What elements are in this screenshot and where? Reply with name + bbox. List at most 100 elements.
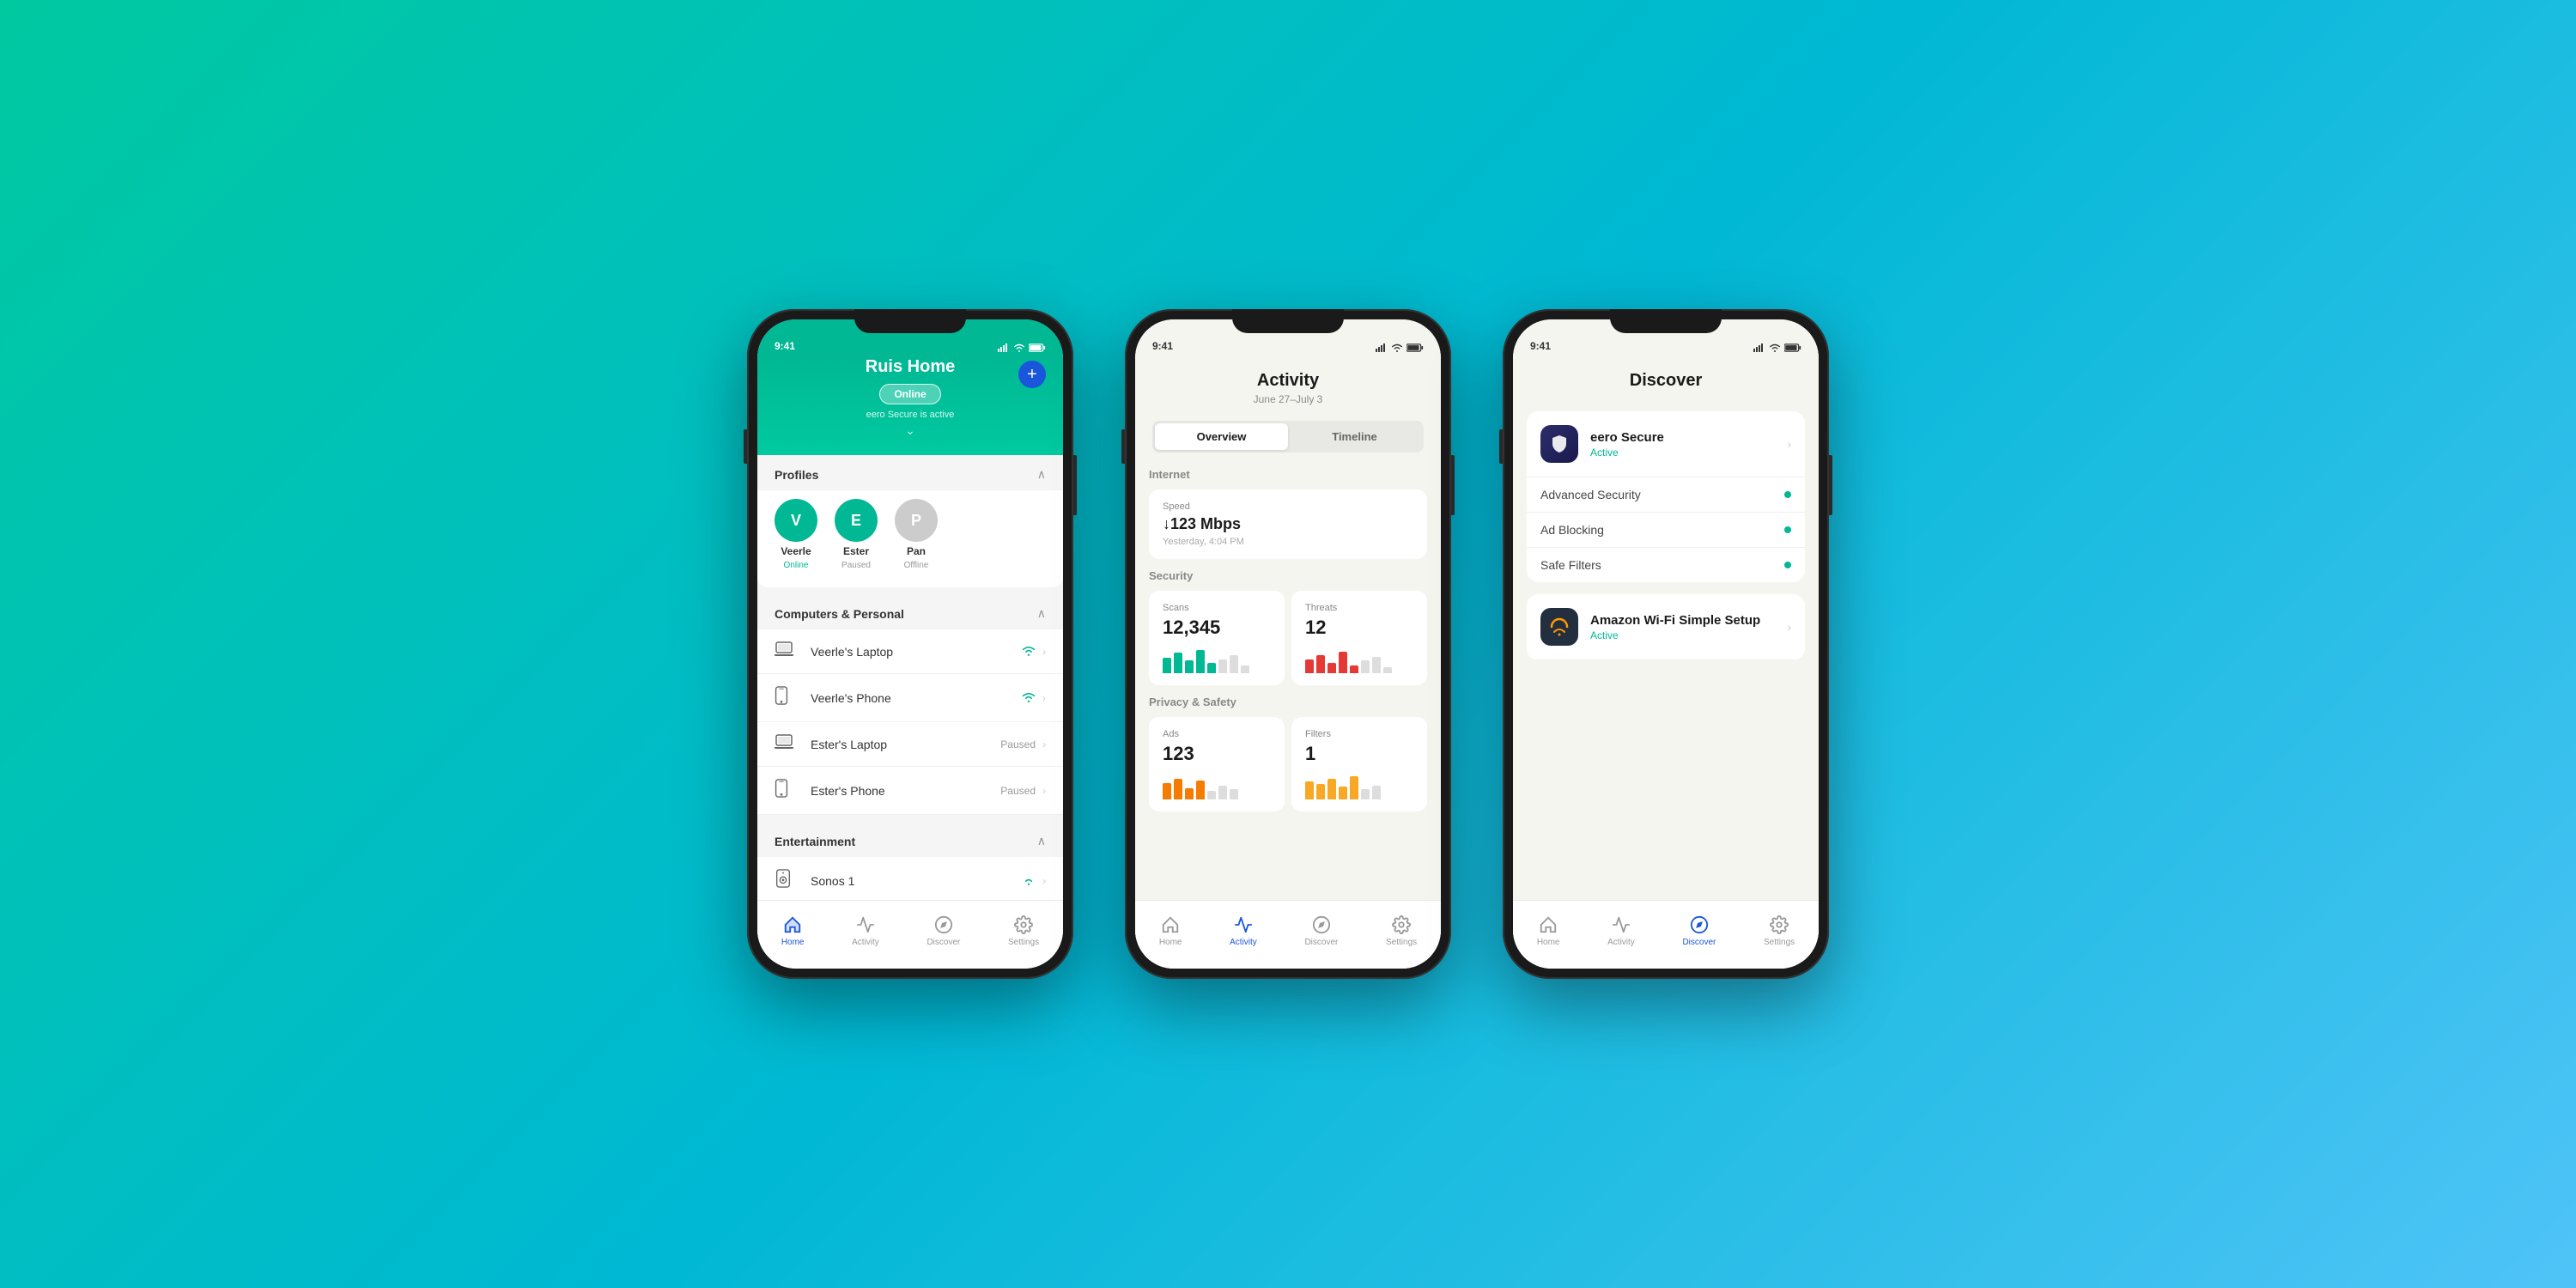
profile-ester[interactable]: E Ester Paused (835, 499, 878, 570)
nav-settings-3[interactable]: Settings (1764, 914, 1795, 947)
filters-label: Filters (1305, 729, 1413, 739)
discover-nav-icon-3 (1689, 914, 1710, 935)
profiles-header: Profiles ∧ (757, 455, 1063, 490)
filters-bar-6 (1361, 789, 1370, 799)
nav-home-3[interactable]: Home (1537, 914, 1560, 947)
eero-secure-status: Active (1590, 447, 1787, 459)
ad-blocking-item: Ad Blocking (1527, 513, 1805, 548)
scans-label: Scans (1163, 603, 1271, 613)
nav-discover-1[interactable]: Discover (927, 914, 960, 947)
threats-value: 12 (1305, 617, 1413, 639)
profiles-section: Profiles ∧ V Veerle Online E Ester (757, 455, 1063, 587)
amazon-wifi-chevron: › (1787, 620, 1791, 634)
entertainment-title: Entertainment (775, 835, 855, 848)
profile-veerle[interactable]: V Veerle Online (775, 499, 817, 570)
scans-bar-7 (1230, 655, 1238, 673)
ads-card[interactable]: Ads 123 (1149, 717, 1285, 811)
computers-title: Computers & Personal (775, 607, 904, 621)
activity-body: Internet Speed ↓123 Mbps Yesterday, 4:04… (1135, 459, 1441, 900)
settings-nav-icon-3 (1769, 914, 1789, 935)
ad-blocking-label: Ad Blocking (1540, 523, 1784, 537)
threats-card[interactable]: Threats 12 (1291, 591, 1427, 685)
notch-3 (1610, 309, 1722, 333)
amazon-wifi-item[interactable]: Amazon Wi-Fi Simple Setup Active › (1527, 594, 1805, 660)
threats-bar-7 (1372, 657, 1381, 674)
amazon-wifi-icon (1540, 608, 1578, 646)
filters-card[interactable]: Filters 1 (1291, 717, 1427, 811)
add-button[interactable]: + (1018, 361, 1046, 388)
nav-home-1[interactable]: Home (781, 914, 805, 947)
device-esters-laptop[interactable]: Ester's Laptop Paused › (757, 722, 1063, 767)
profiles-title: Profiles (775, 468, 818, 482)
nav-settings-1[interactable]: Settings (1008, 914, 1039, 947)
scans-bar-1 (1163, 658, 1171, 673)
phone-home: 9:41 + Ruis Home Online eero Secure is a… (747, 309, 1073, 979)
amazon-wifi-info: Amazon Wi-Fi Simple Setup Active (1590, 613, 1787, 641)
nav-label-settings-3: Settings (1764, 938, 1795, 947)
eero-secure-name: eero Secure (1590, 430, 1787, 445)
profiles-collapse-icon[interactable]: ∧ (1037, 467, 1046, 482)
nav-label-home-3: Home (1537, 938, 1560, 947)
nav-label-settings-2: Settings (1386, 938, 1417, 947)
tab-timeline[interactable]: Timeline (1288, 423, 1421, 450)
device-veerles-laptop[interactable]: Veerle's Laptop › (757, 629, 1063, 674)
profile-pan[interactable]: P Pan Offline (895, 499, 938, 570)
nav-activity-2[interactable]: Activity (1230, 914, 1257, 947)
device-sonos[interactable]: Sonos 1 › (757, 857, 1063, 900)
laptop-icon-2 (775, 734, 799, 754)
activity-date: June 27–July 3 (1152, 393, 1424, 405)
status-time-2: 9:41 (1152, 340, 1173, 352)
threats-bar-4 (1339, 652, 1347, 674)
phone-inner-3: 9:41 Discover (1513, 319, 1819, 969)
discover-nav-icon (933, 914, 954, 935)
phones-container: 9:41 + Ruis Home Online eero Secure is a… (747, 309, 1829, 979)
speed-card[interactable]: Speed ↓123 Mbps Yesterday, 4:04 PM (1149, 489, 1427, 559)
speed-sub: Yesterday, 4:04 PM (1163, 537, 1413, 547)
filters-bar-1 (1305, 781, 1314, 799)
nav-discover-3[interactable]: Discover (1682, 914, 1716, 947)
nav-discover-2[interactable]: Discover (1304, 914, 1338, 947)
home-bottom-nav: Home Activity Discover (757, 900, 1063, 969)
device-veerles-phone[interactable]: Veerle's Phone › (757, 674, 1063, 722)
ads-chart (1163, 774, 1271, 799)
ads-bar-4 (1196, 781, 1205, 800)
speed-label: Speed (1163, 501, 1413, 512)
device-name-esters-phone: Ester's Phone (811, 784, 1000, 798)
chevron-right-icon-3: › (1042, 738, 1046, 750)
entertainment-collapse-icon[interactable]: ∧ (1037, 834, 1046, 848)
ad-blocking-dot (1784, 526, 1791, 533)
device-name-veerles-phone: Veerle's Phone (811, 691, 1022, 705)
profile-status-veerle: Online (784, 561, 809, 570)
chevron-down-icon[interactable]: ⌄ (905, 423, 915, 438)
profile-avatar-pan: P (895, 499, 938, 542)
nav-label-home-1: Home (781, 938, 805, 947)
status-time-1: 9:41 (775, 340, 795, 352)
speed-value: ↓123 Mbps (1163, 515, 1413, 533)
tab-overview[interactable]: Overview (1155, 423, 1288, 450)
profile-status-ester: Paused (841, 561, 871, 570)
device-esters-phone[interactable]: Ester's Phone Paused › (757, 767, 1063, 815)
nav-home-2[interactable]: Home (1159, 914, 1182, 947)
nav-activity-1[interactable]: Activity (852, 914, 879, 947)
nav-activity-3[interactable]: Activity (1607, 914, 1635, 947)
nav-settings-2[interactable]: Settings (1386, 914, 1417, 947)
signal-icon-2 (1376, 343, 1388, 352)
home-nav-icon-3 (1538, 914, 1558, 935)
security-stats-row: Scans 12,345 (1149, 591, 1427, 685)
signal-icon (998, 343, 1010, 352)
advanced-security-item: Advanced Security (1527, 477, 1805, 513)
online-badge: Online (879, 384, 940, 404)
notch-1 (854, 309, 966, 333)
safe-filters-dot (1784, 562, 1791, 568)
threats-bar-8 (1383, 667, 1392, 674)
phone-inner-1: 9:41 + Ruis Home Online eero Secure is a… (757, 319, 1063, 969)
filters-chart (1305, 774, 1413, 799)
threats-bar-3 (1327, 663, 1336, 673)
amazon-wifi-status: Active (1590, 629, 1787, 641)
home-screen: + Ruis Home Online eero Secure is active… (757, 357, 1063, 969)
scans-card[interactable]: Scans 12,345 (1149, 591, 1285, 685)
nav-label-activity-3: Activity (1607, 938, 1635, 947)
computers-collapse-icon[interactable]: ∧ (1037, 606, 1046, 621)
discover-body: eero Secure Active › Advanced Security A… (1513, 403, 1819, 900)
eero-secure-item[interactable]: eero Secure Active › (1527, 411, 1805, 477)
